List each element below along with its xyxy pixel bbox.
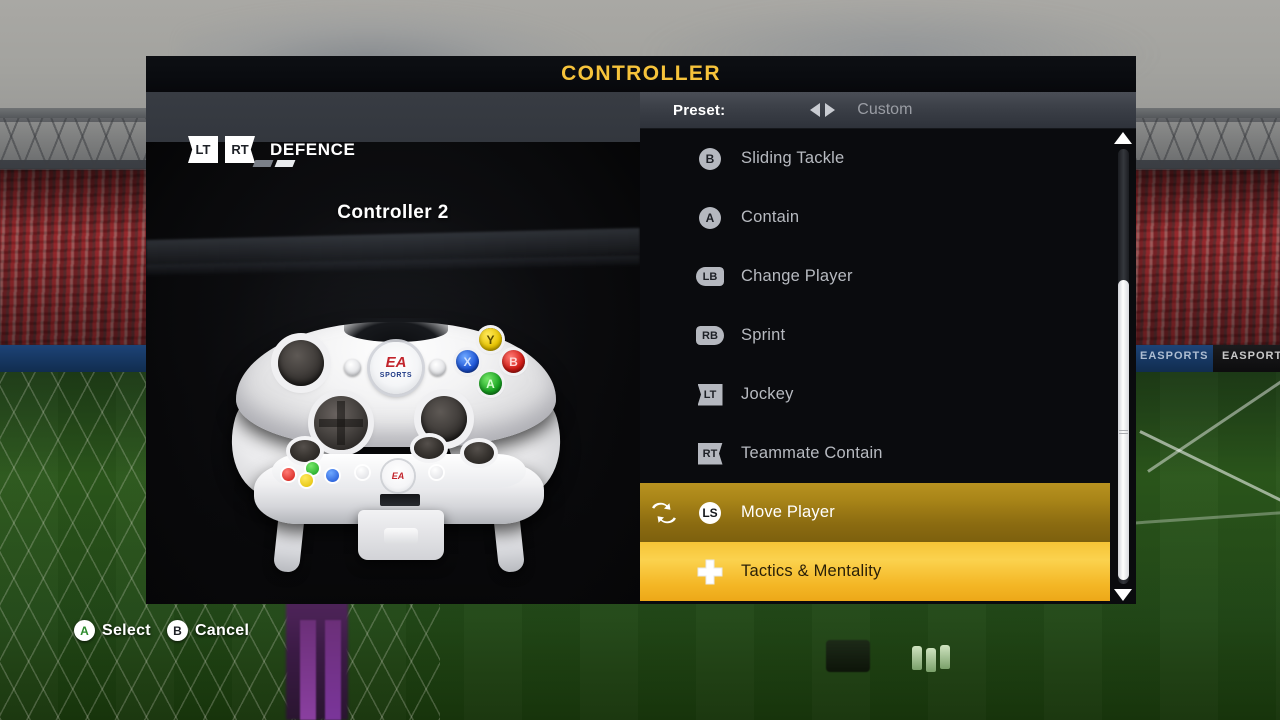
rb-bumper-icon: RB — [696, 326, 724, 345]
swap-arrows-icon — [640, 501, 688, 525]
binding-button-icon-slot: B — [688, 147, 732, 170]
a-button-icon: A — [699, 206, 721, 229]
x-button-rear — [326, 469, 339, 482]
binding-button-icon-slot: RB — [688, 326, 732, 345]
footer-legend: A Select B Cancel — [74, 620, 249, 641]
binding-row[interactable]: LT Jockey — [640, 365, 1110, 424]
scrollbar-track[interactable] — [1117, 149, 1129, 584]
b-button-rear — [282, 468, 295, 481]
sports-logo-text: SPORTS — [379, 371, 413, 379]
section-label: DEFENCE — [270, 139, 356, 159]
page-title: CONTROLLER — [561, 62, 721, 85]
binding-action-label: Teammate Contain — [741, 444, 883, 462]
scrollbar-thumb[interactable] — [1117, 279, 1129, 580]
goalkeeper-leg — [325, 620, 341, 720]
adboard-text-left: EASPORTS — [1140, 350, 1209, 362]
preset-row[interactable]: Preset: Custom — [640, 92, 1136, 129]
binding-action-label: Contain — [741, 208, 800, 226]
binding-button-icon-slot: RT — [688, 442, 732, 465]
rt-trigger-icon: RT — [225, 136, 255, 163]
binding-action-label: Jockey — [741, 385, 794, 403]
ea-sports-guide-logo: EA SPORTS — [370, 342, 422, 394]
preset-label: Preset: — [673, 101, 726, 119]
x-button-icon: X — [456, 350, 479, 373]
y-button-rear — [300, 474, 313, 487]
back-button-rear — [356, 466, 369, 479]
controller-preview-pane: EA SPORTS Y X B A EA LT RT DEFENCE Contr… — [146, 92, 640, 604]
right-stick-rear-2 — [464, 442, 494, 464]
a-button-icon: A — [479, 372, 502, 395]
dialog-title-bar: CONTROLLER — [146, 56, 1136, 92]
start-button-rear — [430, 466, 443, 479]
page-indicator — [252, 160, 296, 167]
binding-row[interactable]: A Contain — [640, 188, 1110, 247]
binding-button-icon-slot: LS — [688, 501, 732, 524]
bindings-list: B Sliding Tackle A Contain LB Change Player RB… — [640, 129, 1110, 604]
pitch-object — [826, 640, 870, 672]
binding-action-label: Tactics & Mentality — [741, 562, 882, 580]
bindings-pane: Preset: Custom B Sliding Tackle A Contain LB… — [640, 92, 1136, 604]
binding-button-icon-slot: LT — [688, 383, 732, 406]
binding-action-label: Sliding Tackle — [741, 149, 845, 167]
binding-row[interactable]: LB Change Player — [640, 247, 1110, 306]
controller-port — [380, 494, 420, 506]
binding-action-label: Change Player — [741, 267, 853, 285]
prev-preset-arrow-icon[interactable] — [810, 103, 821, 117]
ea-sports-guide-logo-rear: EA — [382, 460, 414, 492]
left-stick-icon — [278, 340, 324, 386]
preset-arrows — [810, 103, 836, 117]
controller-dialog: CONTROLLER EA SPORTS Y X B A EA LT RT DE… — [146, 56, 1136, 604]
footer-action-label: Cancel — [194, 621, 250, 639]
goalkeeper-leg — [300, 620, 316, 720]
next-preset-arrow-icon[interactable] — [825, 103, 836, 117]
scroll-up-arrow-icon[interactable] — [1114, 132, 1132, 144]
page-dot[interactable] — [252, 160, 274, 167]
page-dot-active[interactable] — [274, 160, 296, 167]
ls-stick-icon: LS — [699, 501, 721, 524]
a-button-rear — [306, 462, 319, 475]
binding-row[interactable]: RB Sprint — [640, 306, 1110, 365]
b-button-icon: B — [699, 147, 721, 170]
scroll-down-arrow-icon[interactable] — [1114, 589, 1132, 601]
binding-button-icon-slot: A — [688, 206, 732, 229]
binding-action-label: Move Player — [741, 503, 835, 521]
lb-bumper-icon: LB — [696, 267, 724, 286]
start-button-icon — [429, 359, 446, 376]
binding-row[interactable]: B Sliding Tackle — [640, 129, 1110, 188]
adboard-text-right: EASPORTS — [1222, 350, 1280, 362]
ea-logo-text-rear: EA — [391, 471, 405, 481]
water-bottle — [940, 645, 950, 669]
binding-row[interactable]: RT Teammate Contain — [640, 424, 1110, 483]
bindings-scrollbar[interactable] — [1110, 129, 1136, 604]
footer-action[interactable]: A Select — [74, 620, 151, 641]
binding-action-label: Sprint — [741, 326, 786, 344]
footer-action[interactable]: B Cancel — [166, 620, 250, 641]
water-bottle — [926, 648, 936, 672]
lt-trigger-icon: LT — [188, 136, 218, 163]
binding-button-icon-slot: LB — [688, 267, 732, 286]
b-button-icon: B — [166, 620, 188, 641]
binding-row[interactable]: Tactics & Mentality — [640, 542, 1110, 601]
right-stick-rear — [414, 437, 444, 459]
y-button-icon: Y — [479, 328, 502, 351]
binding-button-icon-slot — [688, 557, 732, 587]
rt-trigger-icon: RT — [697, 442, 723, 465]
dpad-cross-icon — [697, 559, 723, 584]
preset-value: Custom — [857, 101, 913, 118]
footer-action-label: Select — [102, 621, 151, 639]
back-button-icon — [344, 359, 361, 376]
left-stick-rear — [290, 440, 320, 462]
controller-number-label: Controller 2 — [337, 202, 449, 223]
lt-trigger-icon: LT — [697, 383, 723, 406]
xbox-controller-rear-view: EA — [254, 432, 544, 574]
b-button-icon: B — [502, 350, 525, 373]
controller-top-notch — [344, 318, 448, 342]
binding-row[interactable]: LS Move Player — [640, 483, 1110, 542]
water-bottle — [912, 646, 922, 670]
face-button-cluster: Y X B A — [454, 328, 526, 400]
ea-logo-text: EA — [385, 353, 407, 371]
section-trigger-badges: LT RT DEFENCE — [188, 136, 355, 163]
a-button-icon: A — [74, 620, 95, 641]
battery-clip — [384, 528, 418, 544]
